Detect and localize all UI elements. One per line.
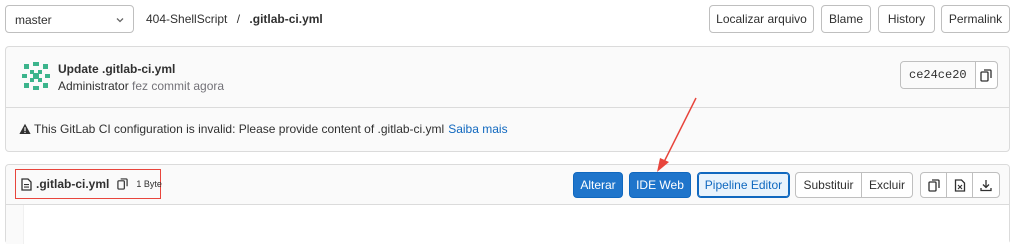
copy-icon[interactable] xyxy=(117,178,129,190)
branch-selector[interactable]: master xyxy=(5,5,134,33)
warning-icon xyxy=(19,123,31,135)
history-button[interactable]: History xyxy=(878,5,935,33)
copy-icon[interactable] xyxy=(976,62,997,88)
breadcrumb-separator: / xyxy=(236,12,241,26)
branch-name: master xyxy=(15,13,52,27)
permalink-button[interactable]: Permalink xyxy=(941,5,1010,33)
file-name: .gitlab-ci.yml xyxy=(36,177,110,191)
breadcrumb: 404-ShellScript / .gitlab-ci.yml xyxy=(146,12,323,28)
code-area xyxy=(24,205,1009,244)
find-file-button[interactable]: Localizar arquivo xyxy=(709,5,814,33)
file-header: .gitlab-ci.yml 1 Byte Alterar IDE Web Pi… xyxy=(6,165,1009,205)
pipeline-editor-button[interactable]: Pipeline Editor xyxy=(697,172,790,198)
edit-button[interactable]: Alterar xyxy=(573,172,623,198)
breadcrumb-project[interactable]: 404-ShellScript xyxy=(146,12,227,26)
web-ide-button[interactable]: IDE Web xyxy=(629,172,691,198)
chevron-down-icon xyxy=(115,15,125,25)
copy-contents-button[interactable] xyxy=(920,172,947,198)
commit-title[interactable]: Update .gitlab-ci.yml xyxy=(58,62,175,76)
commit-time: fez commit agora xyxy=(132,79,225,93)
ci-alert: This GitLab CI configuration is invalid:… xyxy=(19,122,508,136)
file-panel: .gitlab-ci.yml 1 Byte Alterar IDE Web Pi… xyxy=(5,164,1010,244)
file-title: .gitlab-ci.yml 1 Byte xyxy=(21,177,162,191)
commit-sha: ce24ce20 xyxy=(901,62,976,88)
breadcrumb-file: .gitlab-ci.yml xyxy=(249,12,323,26)
download-button[interactable] xyxy=(972,172,1000,198)
alert-message: This GitLab CI configuration is invalid:… xyxy=(34,122,445,136)
commit-author[interactable]: Administrator xyxy=(58,79,129,93)
avatar-identicon[interactable] xyxy=(20,60,52,92)
copy-icon xyxy=(927,178,940,192)
commit-divider xyxy=(6,107,1009,108)
replace-button[interactable]: Substituir xyxy=(795,172,862,198)
raw-file-icon xyxy=(954,178,966,192)
commit-panel: Update .gitlab-ci.yml Administrator fez … xyxy=(5,46,1010,152)
line-gutter xyxy=(6,205,24,244)
blame-button[interactable]: Blame xyxy=(821,5,871,33)
delete-button[interactable]: Excluir xyxy=(861,172,913,198)
open-raw-button[interactable] xyxy=(946,172,973,198)
file-size: 1 Byte xyxy=(136,179,162,189)
download-icon xyxy=(980,179,992,192)
commit-sha-group: ce24ce20 xyxy=(900,61,998,89)
commit-row: Update .gitlab-ci.yml Administrator fez … xyxy=(6,47,1009,107)
commit-meta: Administrator fez commit agora xyxy=(58,79,224,93)
learn-more-link[interactable]: Saiba mais xyxy=(448,122,507,136)
file-icon xyxy=(21,177,32,191)
